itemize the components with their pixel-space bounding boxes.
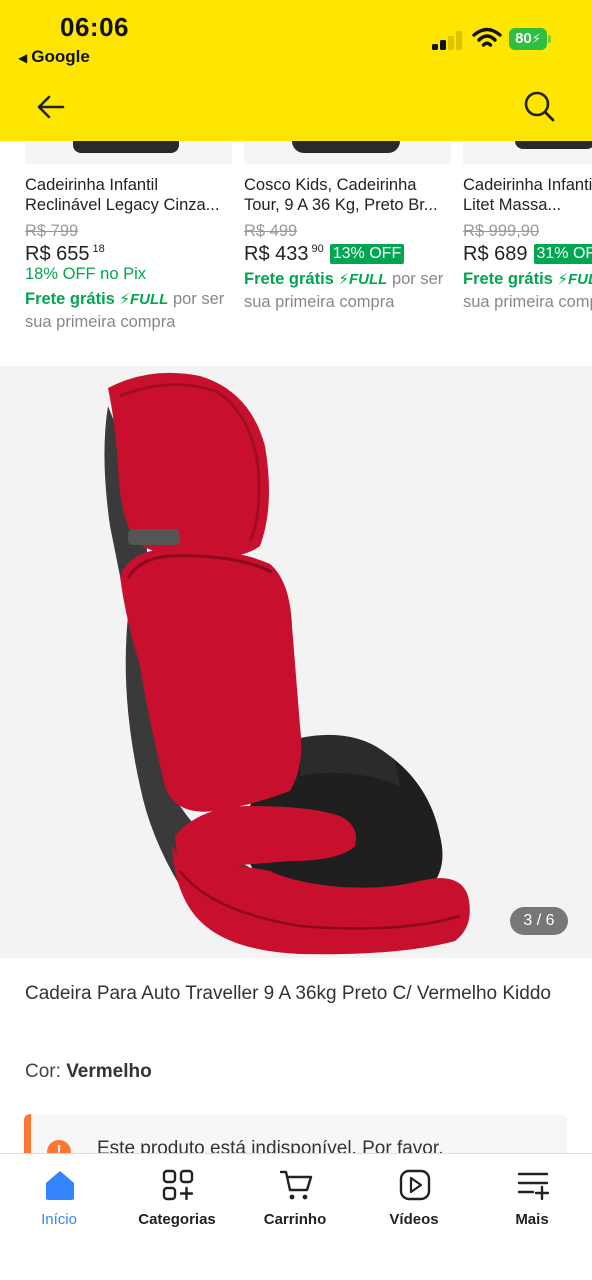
nav-label: Início: [41, 1211, 77, 1228]
color-value: Vermelho: [66, 1061, 152, 1082]
color-selector[interactable]: Cor: Vermelho: [25, 1061, 152, 1083]
battery-cap: [548, 35, 551, 43]
car-seat-image: [104, 372, 470, 955]
full-badge: ⚡FULL: [338, 271, 388, 288]
shipping-info: Frete grátis ⚡FULL por ser sua primeira …: [244, 268, 454, 314]
more-icon: [517, 1172, 550, 1201]
related-products-carousel[interactable]: Cadeirinha Infantil Reclinável Legacy Ci…: [0, 141, 592, 366]
price-cents: 18: [92, 243, 105, 255]
product-card-title: Cosco Kids, Cadeirinha Tour, 9 A 36 Kg, …: [244, 175, 454, 215]
shipping-info: Frete grátis ⚡FULL por ser sua primeira …: [463, 268, 592, 314]
product-card-title: Cadeirinha Infantil Carro Litet Massa...: [463, 175, 592, 215]
full-label: FULL: [130, 291, 169, 308]
old-price: R$ 499: [244, 222, 298, 240]
product-title: Cadeira Para Auto Traveller 9 A 36kg Pre…: [25, 983, 551, 1004]
nav-label: Vídeos: [389, 1211, 439, 1228]
product-card-title-text: Cadeirinha Infantil Reclinável Legacy Ci…: [25, 176, 220, 214]
product-card-title-text: Cadeirinha Infantil Carro Litet Massa...: [463, 176, 592, 214]
product-card-title: Cadeirinha Infantil Reclinável Legacy Ci…: [25, 175, 235, 215]
product-card-title-text: Cosco Kids, Cadeirinha Tour, 9 A 36 Kg, …: [244, 176, 438, 214]
battery-level: 80: [515, 30, 532, 47]
color-label: Cor:: [25, 1061, 61, 1082]
product-thumbnail: [25, 141, 232, 164]
old-price: R$ 799: [25, 222, 79, 240]
product-thumbnail: [244, 141, 451, 164]
battery-icon: 80⚡: [509, 28, 547, 50]
wifi-icon: [472, 27, 502, 47]
shipping-info: Frete grátis ⚡FULL por ser sua primeira …: [25, 288, 235, 334]
categories-icon: [162, 1169, 194, 1201]
header: 06:06 ◀ Google 80⚡: [0, 0, 592, 141]
price-cents: 90: [311, 243, 324, 255]
product-thumbnail: [463, 141, 592, 164]
price: R$ 655 18: [25, 243, 105, 266]
image-counter: 3 / 6: [510, 907, 568, 935]
nav-item-carrinho[interactable]: Carrinho: [236, 1154, 354, 1244]
nav-label: Categorias: [138, 1211, 216, 1228]
back-app-label: Google: [31, 47, 90, 66]
full-label: FULL: [349, 271, 388, 288]
nav-item-categorias[interactable]: Categorias: [118, 1154, 236, 1244]
video-icon: [399, 1169, 431, 1201]
price: R$ 68931% OFF: [463, 243, 592, 266]
home-icon: [46, 1171, 74, 1200]
cellular-signal-icon: [432, 30, 464, 50]
price-value: R$ 433: [244, 243, 309, 265]
status-time: 06:06: [60, 12, 129, 42]
discount-badge: 13% OFF: [329, 244, 405, 264]
price: R$ 433 90 13% OFF: [244, 243, 405, 266]
nav-item-mais[interactable]: Mais: [473, 1154, 591, 1244]
nav-label: Mais: [515, 1211, 549, 1228]
search-icon[interactable]: [521, 88, 557, 124]
full-badge: ⚡FULL: [557, 271, 592, 288]
price-value: R$ 689: [463, 243, 528, 265]
back-arrow-icon[interactable]: [34, 90, 68, 124]
pix-discount: 18% OFF no Pix: [25, 265, 147, 283]
free-shipping-label: Frete grátis: [244, 270, 334, 288]
old-price: R$ 999,90: [463, 222, 540, 240]
nav-item-videos[interactable]: Vídeos: [355, 1154, 473, 1244]
cart-icon: [279, 1170, 313, 1200]
back-to-app-link[interactable]: ◀ Google: [18, 47, 90, 67]
nav-item-inicio[interactable]: Início: [0, 1154, 118, 1244]
product-image-gallery[interactable]: 3 / 6: [0, 366, 592, 958]
full-label: FULL: [568, 271, 592, 288]
full-badge: ⚡FULL: [119, 291, 169, 308]
nav-label: Carrinho: [263, 1211, 327, 1228]
price-value: R$ 655: [25, 243, 90, 265]
free-shipping-label: Frete grátis: [463, 270, 553, 288]
free-shipping-label: Frete grátis: [25, 290, 115, 308]
back-triangle-icon: ◀: [18, 51, 28, 65]
discount-badge: 31% OFF: [533, 244, 592, 264]
bottom-navigation: Início Categorias Carrinho Vídeos Mais: [0, 1153, 592, 1280]
